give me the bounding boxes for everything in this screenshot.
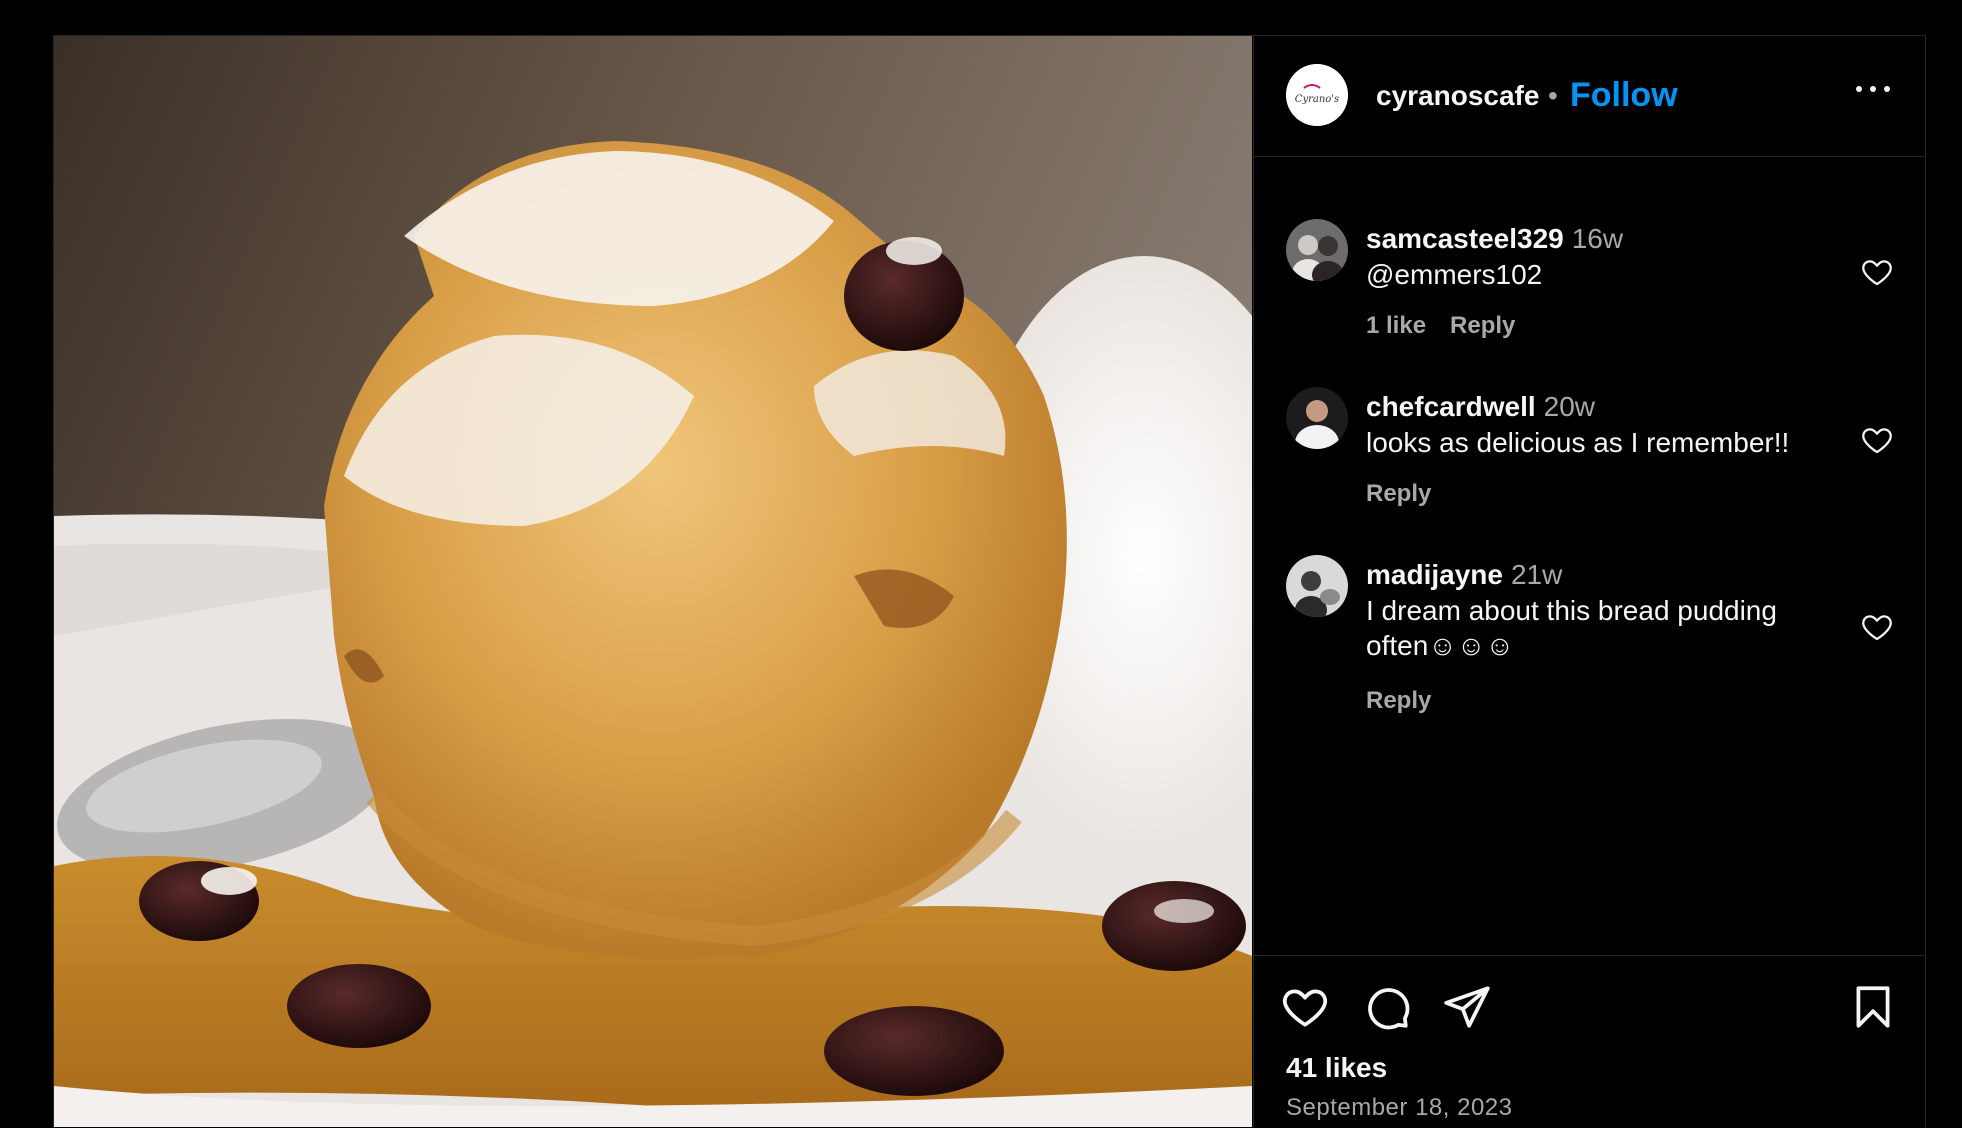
comment-header: madijayne 21w [1366,558,1562,592]
comment-time[interactable]: 21w [1511,559,1562,590]
avatar-photo-icon [1286,219,1348,281]
heart-icon[interactable] [1860,610,1894,644]
heart-icon[interactable] [1280,982,1330,1032]
post-side-panel: Cyrano's cyranoscafe • Follow samcasteel… [1253,36,1926,1127]
commenter-avatar[interactable] [1286,387,1348,449]
commenter-avatar[interactable] [1286,555,1348,617]
comment-item: samcasteel329 16w @emmers102 1 like Reply [1254,217,1926,347]
likes-count[interactable]: 41 likes [1286,1052,1387,1084]
comment-meta: Reply [1366,480,1455,508]
comment-meta: 1 like Reply [1366,312,1539,340]
post-actions: 41 likes September 18, 2023 [1254,955,1926,1128]
avatar-photo-icon [1286,387,1348,449]
bookmark-icon[interactable] [1848,982,1898,1032]
owner-username[interactable]: cyranoscafe [1376,80,1539,112]
comment-item: madijayne 21w I dream about this bread pu… [1254,553,1926,723]
separator-dot: • [1548,80,1558,111]
heart-icon[interactable] [1860,423,1894,457]
comment-time[interactable]: 20w [1544,391,1595,422]
heart-icon[interactable] [1860,255,1894,289]
comment-username[interactable]: madijayne [1366,559,1503,590]
avatar-photo-icon [1286,555,1348,617]
follow-button[interactable]: Follow [1570,76,1678,115]
comment-time[interactable]: 16w [1572,223,1623,254]
owner-avatar[interactable]: Cyrano's [1286,64,1348,126]
post-header: Cyrano's cyranoscafe • Follow [1254,36,1926,157]
post-date[interactable]: September 18, 2023 [1286,1094,1513,1122]
cafe-logo-icon: Cyrano's [1286,64,1348,126]
comment-likes[interactable]: 1 like [1366,312,1426,339]
comment-header: samcasteel329 16w [1366,222,1623,256]
comment-username[interactable]: chefcardwell [1366,391,1536,422]
svg-text:Cyrano's: Cyrano's [1295,94,1339,105]
comment-username[interactable]: samcasteel329 [1366,223,1564,254]
share-icon[interactable] [1442,982,1492,1032]
reply-button[interactable]: Reply [1450,312,1515,339]
comment-header: chefcardwell 20w [1366,390,1595,424]
comments-list: samcasteel329 16w @emmers102 1 like Reply [1254,157,1926,955]
post-photo[interactable] [54,36,1252,1127]
comment-mention[interactable]: @emmers102 [1366,259,1542,290]
comment-text: looks as delicious as I remember!! [1366,427,1790,458]
comment-meta: Reply [1366,687,1455,715]
comment-item: chefcardwell 20w looks as delicious as I … [1254,385,1926,515]
comment-line: often☺☺☺ [1366,630,1515,661]
commenter-avatar[interactable] [1286,219,1348,281]
post-modal: Cyrano's cyranoscafe • Follow samcasteel… [53,35,1926,1127]
more-options-icon[interactable] [1856,68,1896,108]
comment-text: @emmers102 [1366,257,1821,292]
reply-button[interactable]: Reply [1366,480,1431,507]
comment-text: I dream about this bread pudding often☺☺… [1366,593,1821,663]
comment-line: I dream about this bread pudding [1366,595,1777,626]
reply-button[interactable]: Reply [1366,687,1431,714]
comment-icon[interactable] [1362,982,1412,1032]
bread-pudding-photo [54,36,1252,1127]
